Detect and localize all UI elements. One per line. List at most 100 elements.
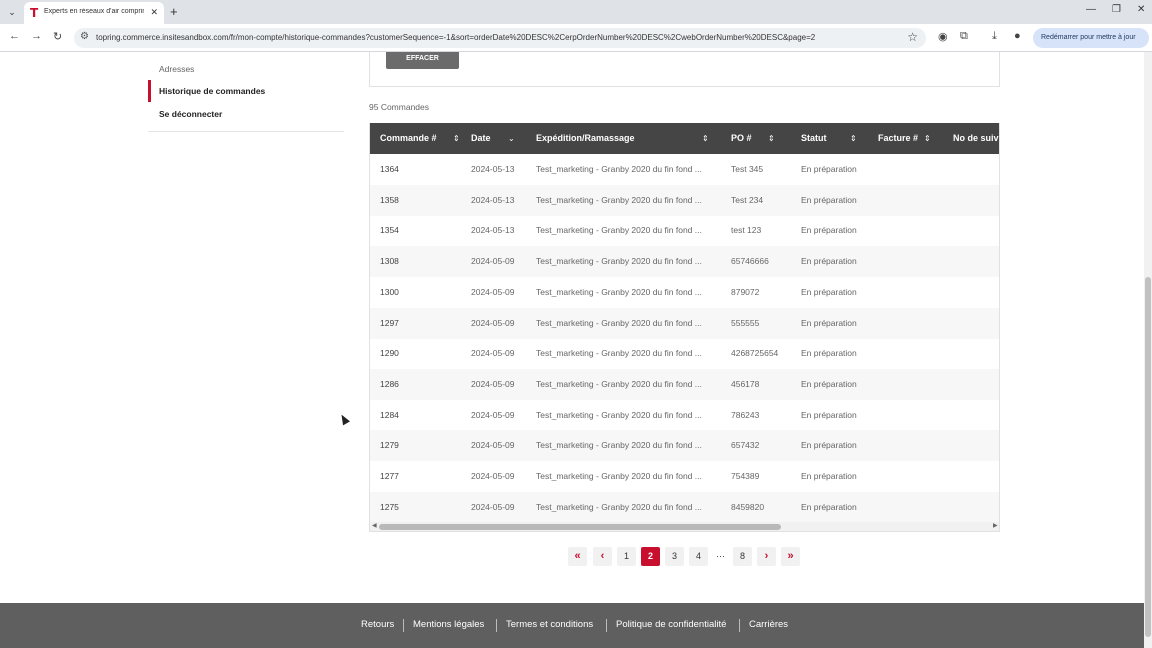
browser-tab-bar: ⌄ T Experts en réseaux d'air comprimé ✕ … (0, 0, 1152, 24)
maximize-icon[interactable]: ❐ (1112, 4, 1121, 15)
back-icon[interactable]: ← (9, 30, 20, 42)
horizontal-scrollbar[interactable]: ◀ ▶ (370, 522, 999, 531)
table-row[interactable]: 1308 2024-05-09 Test_marketing - Granby 20… (370, 246, 999, 278)
table-row[interactable]: 1297 2024-05-09 Test_marketing - Granby 20… (370, 307, 999, 339)
cell-order-number[interactable]: 1277 (380, 461, 399, 492)
cell-shipping: Test_marketing - Granby 2020 du fin fond… (536, 194, 702, 205)
cell-po: test 123 (731, 225, 762, 236)
cell-po: 8459820 (731, 501, 765, 512)
footer-link-legal[interactable]: Mentions légales (413, 619, 484, 630)
forward-icon[interactable]: → (31, 30, 42, 42)
col-date[interactable]: Date ⌄ (471, 123, 515, 154)
cell-po: 65746666 (731, 256, 769, 267)
sort-icon: ⇕ (850, 134, 857, 143)
cell-shipping: Test_marketing - Granby 2020 du fin fond… (536, 440, 702, 451)
sort-icon: ⇕ (453, 134, 460, 143)
browser-tab[interactable]: T Experts en réseaux d'air comprimé ✕ (24, 2, 164, 24)
footer-link-returns[interactable]: Retours (361, 619, 394, 630)
page-2-button[interactable]: 2 (641, 547, 660, 566)
table-row[interactable]: 1279 2024-05-09 Test_marketing - Granby 20… (370, 430, 999, 462)
footer-divider (403, 619, 404, 632)
sidebar-item-logout[interactable]: Se déconnecter (159, 109, 222, 119)
page-8-button[interactable]: 8 (733, 547, 752, 566)
page-4-button[interactable]: 4 (689, 547, 708, 566)
cell-order-number[interactable]: 1286 (380, 369, 399, 400)
site-info-icon[interactable]: ⚙ (80, 31, 89, 42)
scroll-right-icon[interactable]: ▶ (993, 522, 998, 531)
cell-order-number[interactable]: 1358 (380, 185, 399, 216)
reload-icon[interactable]: ↻ (53, 30, 62, 43)
cell-shipping: Test_marketing - Granby 2020 du fin fond… (536, 225, 702, 236)
col-po[interactable]: PO # ⇕ (731, 123, 775, 154)
screenshot-icon[interactable]: ◉ (938, 30, 948, 43)
scrollbar-thumb[interactable] (379, 524, 781, 530)
next-page-button[interactable]: › (757, 547, 776, 566)
scrollbar-thumb[interactable] (1145, 277, 1151, 637)
clear-filters-button[interactable]: EFFACER (386, 52, 459, 69)
table-row[interactable]: 1354 2024-05-13 Test_marketing - Granby 20… (370, 215, 999, 246)
table-row[interactable]: 1284 2024-05-09 Test_marketing - Granby 20… (370, 400, 999, 431)
cell-order-number[interactable]: 1279 (380, 430, 399, 461)
tab-search-icon[interactable]: ⌄ (4, 4, 20, 20)
cell-order-number[interactable]: 1284 (380, 400, 399, 431)
cell-order-number[interactable]: 1297 (380, 308, 399, 339)
cell-order-number[interactable]: 1354 (380, 215, 399, 246)
cell-order-number[interactable]: 1364 (380, 154, 399, 185)
cell-status: En préparation (801, 317, 857, 328)
footer-link-terms[interactable]: Termes et conditions (506, 619, 593, 630)
restart-update-button[interactable]: Redémarrer pour mettre à jour (1033, 28, 1149, 48)
cell-date: 2024-05-13 (471, 164, 515, 174)
cell-date: 2024-05-09 (471, 501, 515, 512)
last-page-button[interactable]: » (781, 547, 800, 566)
cell-shipping: Test_marketing - Granby 2020 du fin fond… (536, 317, 702, 328)
cell-order-number[interactable]: 1308 (380, 246, 399, 277)
col-order-number[interactable]: Commande # ⇕ (380, 123, 460, 154)
close-icon[interactable]: ✕ (150, 7, 158, 18)
profile-avatar-icon[interactable]: ● (1014, 30, 1021, 42)
cell-status: En préparation (801, 286, 857, 297)
cell-shipping: Test_marketing - Granby 2020 du fin fond… (536, 286, 702, 297)
sort-icon: ⇕ (768, 134, 775, 143)
sidebar-item-addresses[interactable]: Adresses (159, 64, 194, 74)
col-tracking[interactable]: No de suivi (953, 123, 999, 154)
cell-shipping: Test_marketing - Granby 2020 du fin fond… (536, 378, 702, 389)
table-row[interactable]: 1275 2024-05-09 Test_marketing - Granby 20… (370, 491, 999, 523)
cell-order-number[interactable]: 1275 (380, 492, 399, 523)
cell-po: Test 234 (731, 194, 764, 205)
download-icon[interactable]: ⤓ (992, 30, 997, 43)
bookmark-star-icon[interactable]: ☆ (907, 30, 918, 44)
active-indicator (148, 80, 151, 102)
cell-po: 4268725654 (731, 348, 779, 359)
page-3-button[interactable]: 3 (665, 547, 684, 566)
url-field[interactable]: ⚙ topring.commerce.insitesandbox.com/fr/… (74, 28, 926, 48)
new-tab-icon[interactable]: + (170, 4, 178, 20)
cell-shipping: Test_marketing - Granby 2020 du fin fond… (536, 256, 702, 267)
cell-date: 2024-05-09 (471, 348, 515, 359)
cell-po: 657432 (731, 440, 760, 451)
table-row[interactable]: 1277 2024-05-09 Test_marketing - Granby 20… (370, 461, 999, 492)
col-status[interactable]: Statut ⇕ (801, 123, 857, 154)
vertical-scrollbar[interactable] (1144, 52, 1152, 648)
url-text[interactable]: topring.commerce.insitesandbox.com/fr/mo… (96, 33, 815, 42)
cell-status: En préparation (801, 501, 857, 512)
scroll-left-icon[interactable]: ◀ (372, 522, 377, 531)
table-row[interactable]: 1364 2024-05-13 Test_marketing - Granby 20… (370, 154, 999, 185)
minimize-icon[interactable]: — (1086, 4, 1096, 15)
first-page-button[interactable]: « (568, 547, 587, 566)
extensions-icon[interactable]: ⧉ (960, 30, 968, 43)
col-shipping[interactable]: Expédition/Ramassage ⇕ (536, 123, 709, 154)
page-1-button[interactable]: 1 (617, 547, 636, 566)
cell-order-number[interactable]: 1300 (380, 277, 399, 308)
cell-order-number[interactable]: 1290 (380, 338, 399, 369)
sidebar-item-order-history[interactable]: Historique de commandes (159, 86, 265, 96)
cell-status: En préparation (801, 409, 857, 420)
table-row[interactable]: 1290 2024-05-09 Test_marketing - Granby 20… (370, 338, 999, 369)
window-close-icon[interactable]: ✕ (1137, 4, 1145, 15)
table-row[interactable]: 1358 2024-05-13 Test_marketing - Granby 20… (370, 184, 999, 216)
footer-link-privacy[interactable]: Politique de confidentialité (616, 619, 726, 630)
table-row[interactable]: 1300 2024-05-09 Test_marketing - Granby 20… (370, 277, 999, 308)
footer-link-careers[interactable]: Carrières (749, 619, 788, 630)
prev-page-button[interactable]: ‹ (593, 547, 612, 566)
col-invoice[interactable]: Facture # ⇕ (878, 123, 931, 154)
table-row[interactable]: 1286 2024-05-09 Test_marketing - Granby 20… (370, 368, 999, 400)
